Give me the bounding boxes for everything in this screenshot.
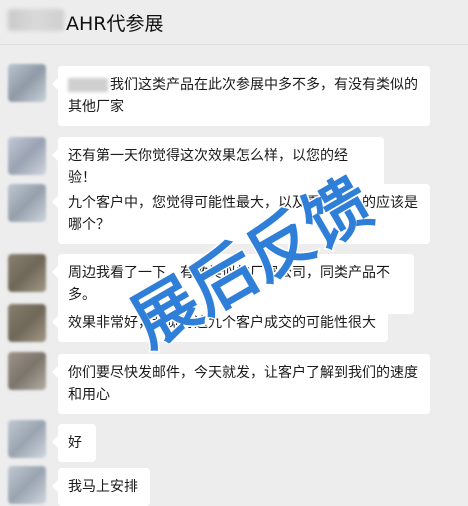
message-bubble[interactable]: 好 bbox=[52, 424, 96, 462]
chat-title: AHR代参展 bbox=[66, 13, 164, 35]
message-text: 周边我看了一下，有做类似的厂家公司，同类产品不多。 bbox=[68, 265, 390, 303]
avatar[interactable] bbox=[8, 64, 46, 102]
message-text: 我们这类产品在此次参展中多不多，有没有类似的其他厂家 bbox=[68, 77, 418, 115]
message-bubble[interactable]: 你们要尽快发邮件，今天就发，让客户了解到我们的速度和用心 bbox=[52, 354, 430, 414]
message-text: 好 bbox=[68, 435, 82, 451]
avatar[interactable] bbox=[8, 352, 46, 390]
message-bubble[interactable]: 我们这类产品在此次参展中多不多，有没有类似的其他厂家 bbox=[52, 66, 430, 126]
redacted-text bbox=[68, 78, 108, 92]
avatar[interactable] bbox=[8, 137, 46, 175]
avatar[interactable] bbox=[8, 184, 46, 222]
chat-header: AHR代参展 bbox=[0, 0, 468, 45]
avatar[interactable] bbox=[8, 466, 46, 504]
message-text: 九个客户中，您觉得可能性最大，以及需求最大的应该是哪个？ bbox=[68, 195, 418, 233]
message-bubble[interactable]: 效果非常好，我觉得这九个客户成交的可能性很大 bbox=[52, 304, 388, 342]
blurred-contact-name bbox=[8, 9, 64, 31]
message-text: 效果非常好，我觉得这九个客户成交的可能性很大 bbox=[68, 315, 376, 331]
message-bubble[interactable]: 九个客户中，您觉得可能性最大，以及需求最大的应该是哪个？ bbox=[52, 184, 430, 244]
avatar[interactable] bbox=[8, 254, 46, 292]
avatar[interactable] bbox=[8, 304, 46, 342]
message-text: 你们要尽快发邮件，今天就发，让客户了解到我们的速度和用心 bbox=[68, 365, 418, 403]
message-bubble[interactable]: 我马上安排 bbox=[52, 468, 150, 506]
avatar[interactable] bbox=[8, 420, 46, 458]
message-text: 我马上安排 bbox=[68, 479, 138, 495]
message-text: 还有第一天你觉得这次效果怎么样，以您的经验！ bbox=[68, 148, 348, 186]
